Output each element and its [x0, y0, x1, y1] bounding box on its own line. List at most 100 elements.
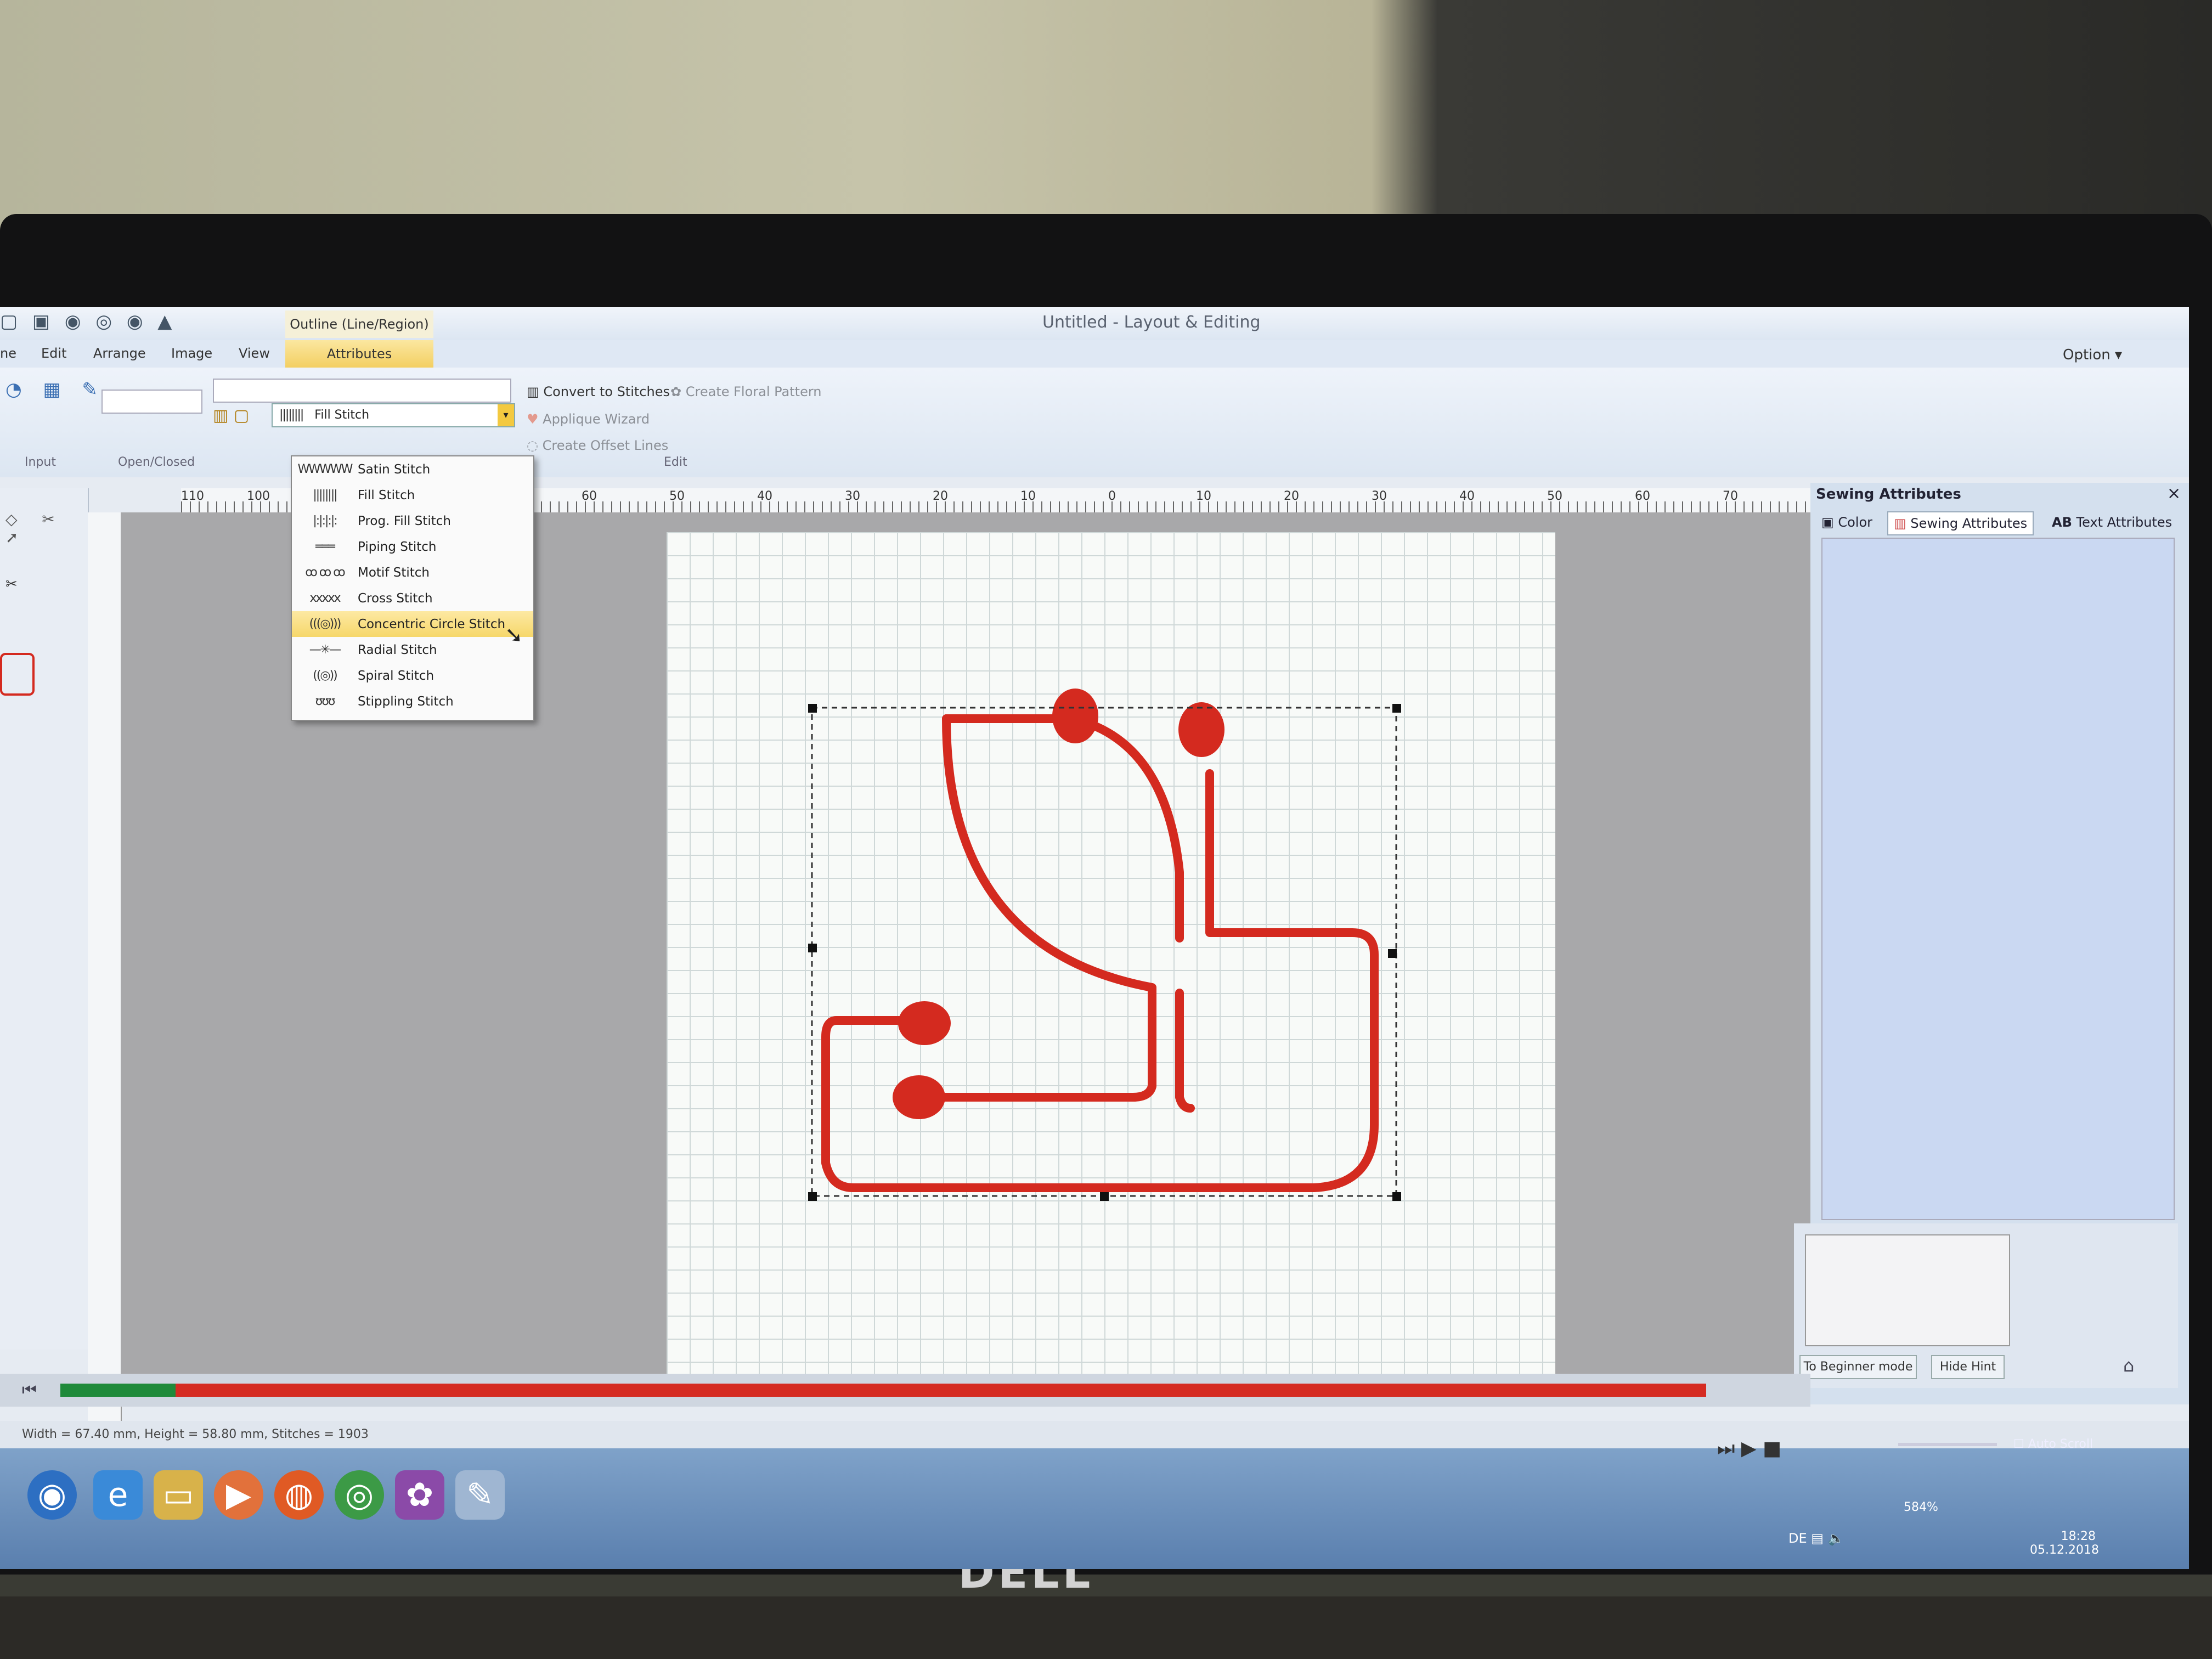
convert-icon: ▥	[527, 384, 539, 399]
tab-label: Sewing Attributes	[1910, 516, 2028, 531]
windows-taskbar: ◉ e ▭ ▶ ◍ ◎ ✿ ✎ ⏭ ▶ ■ ☐ Auto Scroll 584%…	[0, 1437, 2189, 1569]
status-bar: Width = 67.40 mm, Height = 58.80 mm, Sti…	[0, 1421, 2189, 1448]
stitch-option-prog-fill[interactable]: |:|:|:|: Prog. Fill Stitch	[292, 508, 533, 534]
stitch-option-label: Concentric Circle Stitch	[358, 617, 506, 631]
tab-label: Text Attributes	[2076, 515, 2172, 530]
ruler-number: 100	[247, 489, 270, 503]
menu-view[interactable]: View	[239, 346, 270, 361]
stitch-select-value: Fill Stitch	[314, 408, 370, 422]
ruler-number: 40	[1459, 489, 1475, 503]
panel-body	[1821, 538, 2175, 1220]
network-icon[interactable]: ▤	[1811, 1531, 1824, 1546]
stitch-option-concentric-circle[interactable]: (((◎))) Concentric Circle Stitch	[292, 611, 533, 637]
selection-handle	[1392, 704, 1401, 713]
ruler-number: 30	[1372, 489, 1387, 503]
stitch-option-radial[interactable]: —✳— Radial Stitch	[292, 637, 533, 663]
stitch-option-cross[interactable]: xxxxx Cross Stitch	[292, 585, 533, 611]
create-offset-lines-button[interactable]: ◌ Create Offset Lines	[527, 438, 668, 453]
chevron-down-icon[interactable]: ▾	[498, 404, 514, 426]
chrome-icon[interactable]: ◎	[335, 1470, 384, 1520]
ruler-number: 50	[1547, 489, 1562, 503]
speaker-icon[interactable]: 🔈	[1828, 1531, 1844, 1546]
stitch-option-satin[interactable]: WWWWW Satin Stitch	[292, 456, 533, 482]
clock[interactable]: 18:28 05.12.2018	[2030, 1530, 2099, 1557]
option-menu[interactable]: Option ▾	[2063, 347, 2122, 363]
scissors-icon[interactable]: ✂	[5, 576, 18, 592]
menu-arrange[interactable]: Arrange	[93, 346, 146, 361]
stitch-progress-track[interactable]	[60, 1384, 1706, 1397]
tab-attributes[interactable]: Attributes	[285, 340, 433, 368]
step-forward-icon[interactable]: ⏭	[1717, 1437, 1735, 1460]
convert-to-stitches-button[interactable]: ▥ Convert to Stitches	[527, 384, 670, 399]
text-icon: AB	[2052, 515, 2072, 530]
stop-icon[interactable]: ■	[1763, 1437, 1781, 1460]
concentric-circle-stitch-icon: (((◎)))	[309, 617, 342, 631]
play-icon[interactable]: ▶	[1741, 1437, 1757, 1460]
quick-access-toolbar[interactable]: ▢ ▣ ◉ ◎ ◉ ▲	[0, 311, 230, 338]
create-floral-pattern-button[interactable]: ✿ Create Floral Pattern	[670, 384, 822, 399]
auto-scroll-label: Auto Scroll	[2028, 1437, 2094, 1451]
select-tool-icons[interactable]: ◇ ✂ ➚	[5, 510, 88, 546]
menu-bar: ne Edit Arrange Image View Attributes Op…	[0, 340, 2189, 368]
stitch-option-spiral[interactable]: ((◎)) Spiral Stitch	[292, 663, 533, 689]
ruler-number: 10	[1196, 489, 1211, 503]
menu-edit[interactable]: Edit	[41, 346, 66, 361]
stitch-option-piping[interactable]: ═══ Piping Stitch	[292, 534, 533, 560]
convert-label: Convert to Stitches	[543, 384, 670, 399]
stitch-type-dropdown[interactable]: WWWWW Satin Stitch |||||||| Fill Stitch |:…	[291, 455, 534, 721]
ruler-number: 20	[1284, 489, 1299, 503]
embroidery-design[interactable]	[667, 532, 1555, 1383]
title-bar: ▢ ▣ ◉ ◎ ◉ ▲ Outline (Line/Region) Untitl…	[0, 307, 2189, 340]
stitch-progress-fill	[60, 1384, 176, 1397]
region-sew-icon[interactable]: ▥ ▢	[213, 406, 249, 425]
left-tool-panel: ◇ ✂ ➚ ✂	[0, 488, 89, 1350]
window-title: Untitled - Layout & Editing	[1042, 313, 1261, 332]
zoom-readout: 584%	[1904, 1500, 1938, 1514]
selection-handle	[808, 1192, 817, 1201]
stitch-option-label: Piping Stitch	[358, 539, 437, 554]
start-button-icon[interactable]: ◉	[27, 1470, 77, 1520]
menu-file[interactable]: ne	[0, 346, 16, 361]
ruler-number: 20	[933, 489, 948, 503]
beginner-mode-button[interactable]: To Beginner mode	[1799, 1355, 1917, 1379]
thread-preview	[0, 653, 35, 696]
auto-scroll-checkbox[interactable]: ☐ Auto Scroll	[2013, 1437, 2093, 1451]
stitch-option-motif[interactable]: ꝏ ꝏ ꝏ Motif Stitch	[292, 560, 533, 585]
selection-handle	[808, 944, 817, 952]
open-closed-select[interactable]	[101, 390, 202, 414]
stitch-option-label: Spiral Stitch	[358, 668, 435, 683]
help-icon[interactable]: ⌂	[2123, 1355, 2134, 1376]
speed-slider[interactable]	[1898, 1443, 1997, 1446]
offset-icon: ◌	[527, 438, 538, 453]
fill-stitch-icon: ||||||||	[313, 488, 337, 502]
embroidery-path	[942, 714, 1184, 943]
stitch-option-fill[interactable]: |||||||| Fill Stitch	[292, 482, 533, 508]
close-icon[interactable]: ×	[2167, 484, 2181, 503]
option-label: Option	[2063, 347, 2111, 363]
selection-handle	[1392, 1192, 1401, 1201]
stitch-option-stippling[interactable]: ʊʊʊ Stippling Stitch	[292, 689, 533, 714]
fill-stitch-glyph: ||||||||	[279, 408, 304, 422]
firefox-icon[interactable]: ◍	[274, 1470, 324, 1520]
embroidery-path	[920, 714, 1156, 1102]
tab-color[interactable]: ▣ Color	[1816, 511, 1878, 533]
input-tools-icons[interactable]: ◔ ▦ ✎	[5, 379, 105, 400]
tab-text-attributes[interactable]: AB Text Attributes	[2046, 511, 2177, 533]
paint-icon[interactable]: ✎	[455, 1470, 505, 1520]
applique-wizard-button[interactable]: ♥ Applique Wizard	[527, 411, 650, 427]
hide-hint-button[interactable]: Hide Hint	[1931, 1355, 2005, 1379]
embroidery-path	[1175, 989, 1195, 1113]
tab-sewing-attributes[interactable]: ▥ Sewing Attributes	[1887, 511, 2034, 535]
applique-label: Applique Wizard	[543, 411, 650, 427]
rewind-icon[interactable]: ⏮	[22, 1380, 37, 1400]
simulator-controls: ⏭ ▶ ■	[1717, 1437, 1860, 1465]
region-stitch-select[interactable]: |||||||| Fill Stitch ▾	[272, 403, 515, 427]
media-player-icon[interactable]: ▶	[214, 1470, 263, 1520]
internet-explorer-icon[interactable]: e	[93, 1470, 143, 1520]
line-sew-type-select[interactable]	[213, 379, 511, 403]
language-indicator[interactable]: DE	[1788, 1531, 1807, 1546]
embroidery-app-icon[interactable]: ✿	[395, 1470, 444, 1520]
menu-image[interactable]: Image	[171, 346, 212, 361]
stitch-option-label: Satin Stitch	[358, 462, 431, 477]
file-explorer-icon[interactable]: ▭	[154, 1470, 203, 1520]
